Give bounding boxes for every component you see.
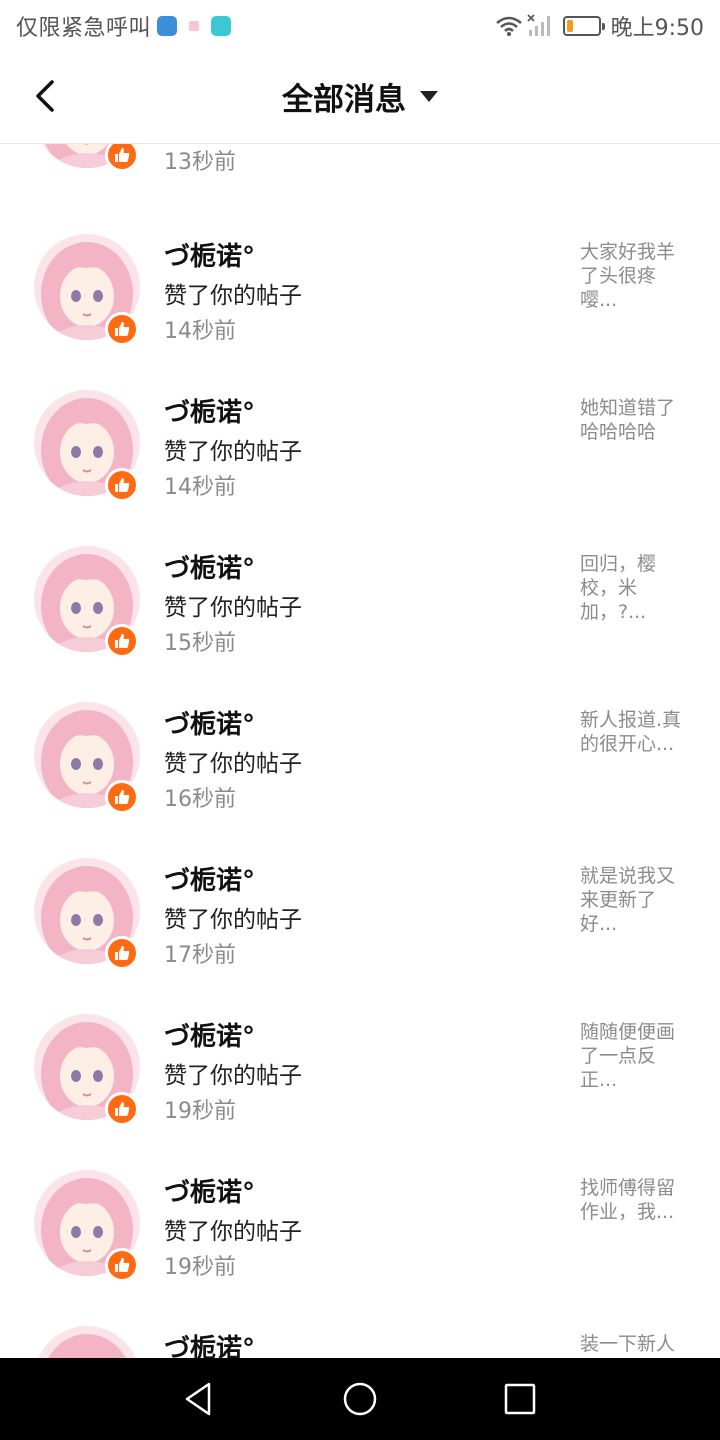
header: 全部消息: [0, 50, 720, 144]
timestamp: 19秒前: [164, 1099, 236, 1124]
status-left: 仅限紧急呼叫: [16, 10, 232, 42]
battery-level: [566, 20, 573, 32]
timestamp: 16秒前: [164, 787, 236, 812]
post-preview: 找师傅得留作业，我...: [580, 1177, 676, 1223]
like-badge-icon: [105, 468, 139, 502]
message-item[interactable]: づ栀诺° 赞了你的帖子 19秒前 找师傅得留作业，我...: [0, 1170, 720, 1328]
timestamp: 17秒前: [164, 943, 236, 968]
user-name: づ栀诺°: [164, 242, 256, 272]
timestamp: 15秒前: [164, 631, 236, 656]
message-filter-dropdown[interactable]: 全部消息: [0, 74, 720, 119]
pink-app-icon: [189, 21, 200, 31]
message-item[interactable]: づ栀诺° 装一下新人: [0, 1326, 720, 1358]
recents-square-icon[interactable]: [499, 1378, 541, 1420]
back-triangle-icon[interactable]: [179, 1378, 221, 1420]
page-title: 全部消息: [282, 82, 406, 118]
post-preview: 新人报道.真的很开心...: [580, 709, 682, 755]
like-badge-icon: [105, 936, 139, 970]
action-text: 赞了你的帖子: [164, 283, 302, 309]
user-name: づ栀诺°: [164, 398, 256, 428]
like-badge-icon: [105, 144, 139, 172]
user-name: づ栀诺°: [164, 710, 256, 740]
action-text: 赞了你的帖子: [164, 439, 302, 465]
like-badge-icon: [105, 312, 139, 346]
message-item[interactable]: づ栀诺° 赞了你的帖子 14秒前 她知道错了哈哈哈哈: [0, 390, 720, 548]
post-preview: 装一下新人: [580, 1333, 676, 1355]
avatar[interactable]: [34, 1326, 140, 1358]
action-text: 赞了你的帖子: [164, 907, 302, 933]
timestamp: 14秒前: [164, 475, 236, 500]
action-text: 赞了你的帖子: [164, 595, 302, 621]
user-name: づ栀诺°: [164, 1022, 256, 1052]
like-badge-icon: [105, 1092, 139, 1126]
clock: 晚上9:50: [610, 16, 704, 41]
user-name: づ栀诺°: [164, 1178, 256, 1208]
action-text: 赞了你的帖子: [164, 1219, 302, 1245]
post-preview: 随随便便画了一点反正...: [580, 1021, 676, 1091]
caret-down-icon: [420, 91, 438, 102]
message-item[interactable]: づ栀诺° 赞了你的帖子 14秒前 大家好我羊了头很疼嘤...: [0, 234, 720, 392]
post-preview: 大家好我羊了头很疼嘤...: [580, 241, 676, 311]
home-circle-icon[interactable]: [339, 1378, 381, 1420]
timestamp: 19秒前: [164, 1255, 236, 1280]
battery-icon: [562, 16, 605, 36]
message-item[interactable]: づ栀诺° 赞了你的帖子 19秒前 随随便便画了一点反正...: [0, 1014, 720, 1172]
user-name: づ栀诺°: [164, 1334, 256, 1358]
message-list[interactable]: 13秒前 づ栀诺° 赞了你的帖子 14秒前 大家好我羊了头很疼嘤... づ栀诺° 赞了你…: [0, 144, 720, 1358]
like-badge-icon: [105, 624, 139, 658]
message-item[interactable]: づ栀诺° 赞了你的帖子 17秒前 就是说我又来更新了好...: [0, 858, 720, 1016]
status-right: 晚上9:50: [495, 10, 704, 42]
user-name: づ栀诺°: [164, 554, 256, 584]
message-item[interactable]: づ栀诺° 赞了你的帖子 16秒前 新人报道.真的很开心...: [0, 702, 720, 860]
signal-icon: [527, 14, 550, 36]
action-text: 赞了你的帖子: [164, 751, 302, 777]
like-badge-icon: [105, 780, 139, 814]
carrier-text: 仅限紧急呼叫: [16, 16, 152, 41]
timestamp: 14秒前: [164, 319, 236, 344]
post-preview: 她知道错了哈哈哈哈: [580, 397, 676, 443]
teal-app-icon: [211, 16, 232, 36]
shield-app-icon: [157, 16, 178, 36]
action-text: 赞了你的帖子: [164, 1063, 302, 1089]
post-preview: 就是说我又来更新了好...: [580, 865, 676, 935]
wifi-icon: [495, 16, 522, 36]
user-name: づ栀诺°: [164, 866, 256, 896]
timestamp: 13秒前: [164, 150, 236, 175]
navigation-bar: [0, 1358, 720, 1440]
post-preview: 回归，樱校，米加，?...: [580, 553, 657, 623]
message-item[interactable]: づ栀诺° 赞了你的帖子 15秒前 回归，樱校，米加，?...: [0, 546, 720, 704]
like-badge-icon: [105, 1248, 139, 1282]
status-bar: 仅限紧急呼叫 晚上9:50: [0, 0, 720, 50]
